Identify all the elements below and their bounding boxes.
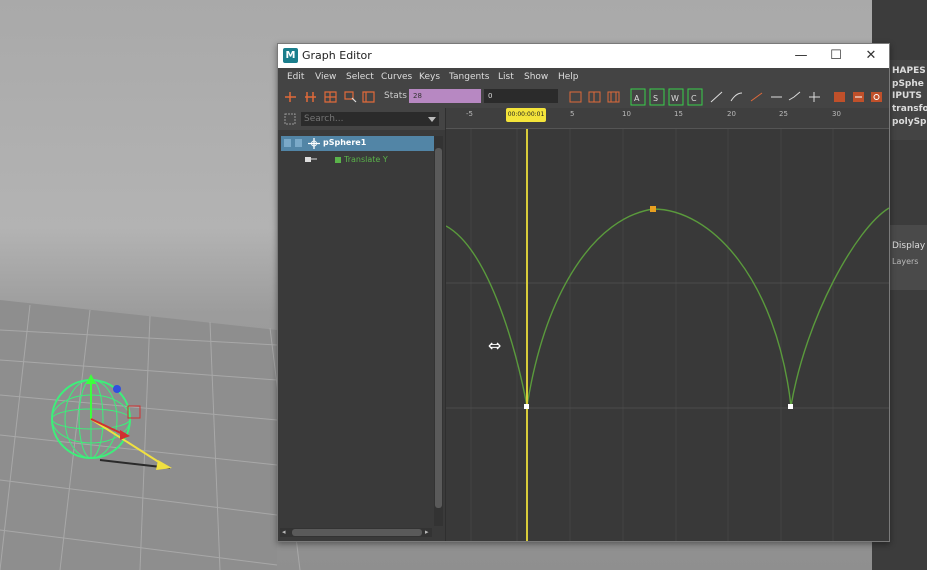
menu-edit[interactable]: Edit: [287, 72, 304, 82]
menu-curves[interactable]: Curves: [381, 72, 412, 82]
search-row: [278, 108, 445, 130]
outliner-item-psphere1[interactable]: pSphere1: [281, 136, 434, 151]
move-key-tool-icon[interactable]: [284, 91, 297, 103]
region-tool-icon[interactable]: [344, 91, 357, 103]
menu-keys[interactable]: Keys: [419, 72, 440, 82]
maya-logo-icon: M: [283, 48, 298, 63]
menu-bar: Edit View Select Curves Keys Tangents Li…: [278, 68, 889, 86]
stats-label: Stats: [384, 91, 407, 101]
keyframe-point[interactable]: [524, 404, 529, 409]
frame-playback-icon[interactable]: [607, 91, 620, 103]
curve-canvas[interactable]: [446, 108, 889, 541]
transform-node-icon: [308, 138, 320, 149]
window-title: Graph Editor: [302, 49, 372, 62]
outliner-item-label: pSphere1: [323, 138, 367, 147]
scroll-thumb[interactable]: [292, 529, 422, 536]
svg-text:W: W: [671, 94, 679, 103]
ruler-tick: 30: [832, 110, 841, 118]
scroll-left-icon[interactable]: ◂: [282, 528, 286, 537]
scroll-thumb[interactable]: [435, 148, 442, 508]
sphere-object[interactable]: [40, 370, 180, 480]
clamped-tangent-icon[interactable]: C: [687, 88, 703, 106]
poly-node-label[interactable]: polySp: [892, 117, 927, 128]
svg-text:C: C: [691, 94, 697, 103]
buffer-curve-icon[interactable]: [833, 91, 846, 103]
time-ruler[interactable]: -5 0 5 10 15 20 25 30 00:00:00:01: [446, 108, 889, 129]
layers-menu[interactable]: Layers: [892, 256, 927, 267]
spline-tangent-icon[interactable]: S: [649, 88, 665, 106]
ruler-tick: 5: [570, 110, 575, 118]
channel-label: Translate Y: [344, 155, 388, 164]
ruler-tick: -5: [466, 110, 473, 118]
menu-list[interactable]: List: [498, 72, 514, 82]
search-input[interactable]: [301, 112, 439, 126]
linear-tangent-icon[interactable]: [710, 91, 723, 103]
swap-buffer-icon[interactable]: [852, 91, 865, 103]
svg-text:S: S: [653, 94, 658, 103]
value-field[interactable]: 0: [484, 89, 558, 103]
insert-key-tool-icon[interactable]: [304, 91, 317, 103]
minimize-button[interactable]: —: [786, 46, 816, 66]
menu-help[interactable]: Help: [558, 72, 579, 82]
outliner-vertical-scrollbar[interactable]: [434, 136, 443, 526]
menu-view[interactable]: View: [315, 72, 336, 82]
menu-show[interactable]: Show: [524, 72, 548, 82]
filter-icon[interactable]: [284, 113, 296, 125]
ruler-tick: 25: [779, 110, 788, 118]
auto-tangent-icon[interactable]: A: [630, 88, 646, 106]
frame-all-icon[interactable]: [569, 91, 582, 103]
shape-node-label[interactable]: pSphe: [892, 79, 927, 90]
maximize-button[interactable]: ☐: [821, 46, 851, 66]
lock-curve-icon[interactable]: [870, 91, 883, 103]
retime-tool-icon[interactable]: [362, 91, 375, 103]
step-tangent-icon[interactable]: [750, 91, 763, 103]
weighted-tangent-icon[interactable]: W: [668, 88, 684, 106]
ruler-tick: 20: [727, 110, 736, 118]
graph-editor-window: M Graph Editor — ☐ ✕ Edit View Select Cu…: [277, 43, 890, 542]
unify-tangent-icon[interactable]: [808, 91, 821, 103]
frame-selection-icon[interactable]: [588, 91, 601, 103]
channel-key-icon: [305, 157, 317, 162]
title-bar[interactable]: M Graph Editor — ☐ ✕: [278, 44, 889, 68]
current-time-marker[interactable]: 00:00:00:01: [506, 108, 546, 122]
ruler-tick: 15: [674, 110, 683, 118]
plateau-tangent-icon[interactable]: [770, 91, 783, 103]
menu-select[interactable]: Select: [346, 72, 374, 82]
outliner-horizontal-scrollbar[interactable]: ◂ ▸: [280, 528, 432, 537]
scroll-right-icon[interactable]: ▸: [425, 528, 429, 537]
keyframe-point[interactable]: [788, 404, 793, 409]
menu-tangents[interactable]: Tangents: [449, 72, 489, 82]
ruler-tick: 10: [622, 110, 631, 118]
resize-cursor-icon: ⇔: [488, 336, 502, 355]
toolbar: Stats 28 0 A S W C: [278, 86, 889, 109]
outliner-panel: pSphere1 Translate Y ◂ ▸: [278, 108, 446, 541]
inputs-heading: IPUTS: [892, 91, 922, 101]
graph-view[interactable]: -5 0 5 10 15 20 25 30 00:00:00:01: [446, 108, 889, 541]
stats-field[interactable]: 28: [409, 89, 481, 103]
flat-tangent-icon[interactable]: [730, 91, 743, 103]
display-tab[interactable]: Display: [892, 241, 927, 252]
outliner-item-translate-y[interactable]: Translate Y: [281, 153, 434, 168]
translate-y-curve[interactable]: [446, 207, 889, 407]
channel-color-swatch: [335, 157, 341, 163]
transform-node-label[interactable]: transfo: [892, 104, 927, 115]
chevron-down-icon[interactable]: [428, 117, 436, 123]
shapes-heading: HAPES: [892, 66, 926, 76]
close-button[interactable]: ✕: [856, 46, 886, 66]
break-tangent-icon[interactable]: [788, 91, 801, 103]
lattice-deform-icon[interactable]: [324, 91, 337, 103]
svg-text:A: A: [634, 94, 640, 103]
visibility-toggle-icon[interactable]: [284, 139, 306, 148]
keyframe-point-selected[interactable]: [650, 206, 656, 212]
